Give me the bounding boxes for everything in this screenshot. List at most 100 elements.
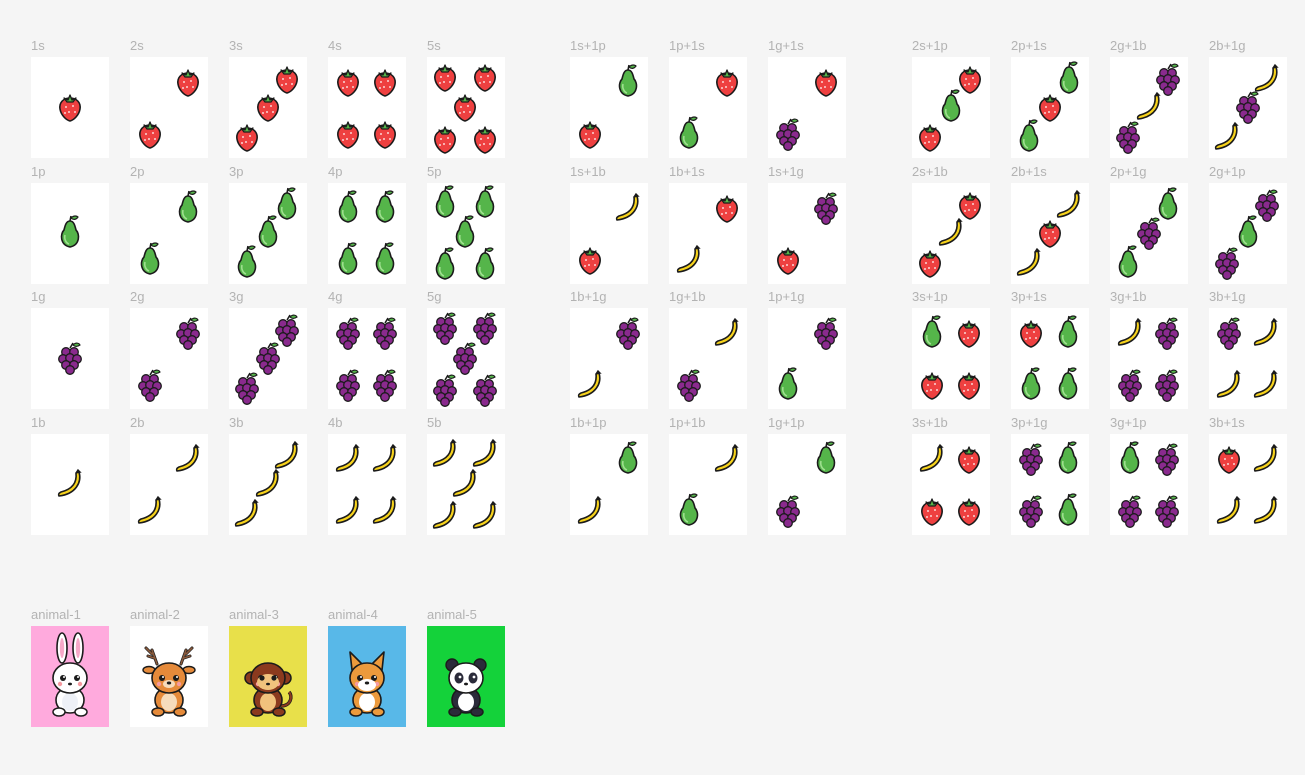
frame-label[interactable]: 1s+1b	[570, 164, 606, 179]
frame-label[interactable]: 1p+1s	[669, 38, 705, 53]
frame-card[interactable]	[130, 183, 208, 284]
frame-label[interactable]: 1p	[31, 164, 45, 179]
frame-label[interactable]: 3b	[229, 415, 243, 430]
frame-label[interactable]: 2s+1p	[912, 38, 948, 53]
frame-label[interactable]: 1g+1b	[669, 289, 706, 304]
frame-label[interactable]: 1p+1b	[669, 415, 706, 430]
frame-label[interactable]: 1b+1g	[570, 289, 607, 304]
frame-card[interactable]	[669, 57, 747, 158]
frame-card[interactable]	[31, 308, 109, 409]
frame-card[interactable]	[1110, 183, 1188, 284]
frame-card[interactable]	[912, 57, 990, 158]
frame-card[interactable]	[768, 57, 846, 158]
frame-label[interactable]: 4b	[328, 415, 342, 430]
frame-card[interactable]	[1110, 57, 1188, 158]
frame-card[interactable]	[570, 308, 648, 409]
frame-label[interactable]: animal-3	[229, 607, 279, 622]
frame-label[interactable]: 1p+1g	[768, 289, 805, 304]
frame-card[interactable]	[912, 434, 990, 535]
frame-label[interactable]: animal-2	[130, 607, 180, 622]
frame-label[interactable]: 1g+1p	[768, 415, 805, 430]
frame-card[interactable]	[1110, 434, 1188, 535]
frame-label[interactable]: 3g	[229, 289, 243, 304]
frame-label[interactable]: 1s+1g	[768, 164, 804, 179]
frame-label[interactable]: 3b+1g	[1209, 289, 1246, 304]
frame-label[interactable]: 2b+1g	[1209, 38, 1246, 53]
frame-card[interactable]	[669, 183, 747, 284]
frame-card[interactable]	[130, 57, 208, 158]
frame-label[interactable]: 5b	[427, 415, 441, 430]
frame-card[interactable]	[669, 308, 747, 409]
frame-label[interactable]: 2p+1s	[1011, 38, 1047, 53]
frame-label[interactable]: 1b	[31, 415, 45, 430]
frame-label[interactable]: 3p+1g	[1011, 415, 1048, 430]
frame-label[interactable]: 5s	[427, 38, 441, 53]
frame-card[interactable]	[1011, 57, 1089, 158]
frame-card[interactable]	[31, 626, 109, 727]
frame-label[interactable]: animal-1	[31, 607, 81, 622]
frame-label[interactable]: 1g+1s	[768, 38, 804, 53]
frame-card[interactable]	[31, 57, 109, 158]
frame-label[interactable]: 3g+1p	[1110, 415, 1147, 430]
frame-label[interactable]: 3s	[229, 38, 243, 53]
frame-label[interactable]: 5p	[427, 164, 441, 179]
frame-card[interactable]	[229, 183, 307, 284]
frame-card[interactable]	[570, 57, 648, 158]
frame-card[interactable]	[1011, 434, 1089, 535]
frame-card[interactable]	[229, 308, 307, 409]
frame-label[interactable]: 2b	[130, 415, 144, 430]
frame-card[interactable]	[1011, 308, 1089, 409]
frame-card[interactable]	[1209, 308, 1287, 409]
frame-label[interactable]: 2g+1b	[1110, 38, 1147, 53]
frame-card[interactable]	[130, 626, 208, 727]
frame-card[interactable]	[1110, 308, 1188, 409]
frame-card[interactable]	[427, 57, 505, 158]
frame-card[interactable]	[912, 308, 990, 409]
frame-card[interactable]	[768, 434, 846, 535]
frame-label[interactable]: 1b+1p	[570, 415, 607, 430]
frame-card[interactable]	[229, 434, 307, 535]
frame-label[interactable]: 3s+1b	[912, 415, 948, 430]
frame-label[interactable]: 5g	[427, 289, 441, 304]
frame-card[interactable]	[130, 308, 208, 409]
frame-label[interactable]: 1g	[31, 289, 45, 304]
frame-label[interactable]: 2s+1b	[912, 164, 948, 179]
frame-card[interactable]	[912, 183, 990, 284]
frame-card[interactable]	[669, 434, 747, 535]
frame-card[interactable]	[1209, 57, 1287, 158]
frame-card[interactable]	[427, 626, 505, 727]
frame-card[interactable]	[427, 308, 505, 409]
frame-card[interactable]	[31, 183, 109, 284]
frame-label[interactable]: animal-4	[328, 607, 378, 622]
frame-card[interactable]	[130, 434, 208, 535]
frame-label[interactable]: 2s	[130, 38, 144, 53]
frame-card[interactable]	[328, 57, 406, 158]
frame-card[interactable]	[229, 626, 307, 727]
frame-label[interactable]: 3g+1b	[1110, 289, 1147, 304]
frame-card[interactable]	[328, 183, 406, 284]
frame-card[interactable]	[328, 626, 406, 727]
frame-card[interactable]	[1209, 434, 1287, 535]
frame-label[interactable]: 1s+1p	[570, 38, 606, 53]
frame-label[interactable]: 2p+1g	[1110, 164, 1147, 179]
frame-label[interactable]: 2g	[130, 289, 144, 304]
frame-card[interactable]	[328, 434, 406, 535]
frame-card[interactable]	[229, 57, 307, 158]
frame-label[interactable]: 1b+1s	[669, 164, 705, 179]
frame-card[interactable]	[427, 183, 505, 284]
frame-card[interactable]	[768, 183, 846, 284]
frame-label[interactable]: 4s	[328, 38, 342, 53]
frame-label[interactable]: 4g	[328, 289, 342, 304]
frame-label[interactable]: 4p	[328, 164, 342, 179]
frame-label[interactable]: 2g+1p	[1209, 164, 1246, 179]
frame-card[interactable]	[1011, 183, 1089, 284]
frame-label[interactable]: 2b+1s	[1011, 164, 1047, 179]
frame-card[interactable]	[328, 308, 406, 409]
frame-label[interactable]: 3s+1p	[912, 289, 948, 304]
frame-card[interactable]	[31, 434, 109, 535]
frame-card[interactable]	[570, 434, 648, 535]
frame-card[interactable]	[570, 183, 648, 284]
frame-card[interactable]	[1209, 183, 1287, 284]
frame-label[interactable]: 1s	[31, 38, 45, 53]
frame-label[interactable]: 3p	[229, 164, 243, 179]
